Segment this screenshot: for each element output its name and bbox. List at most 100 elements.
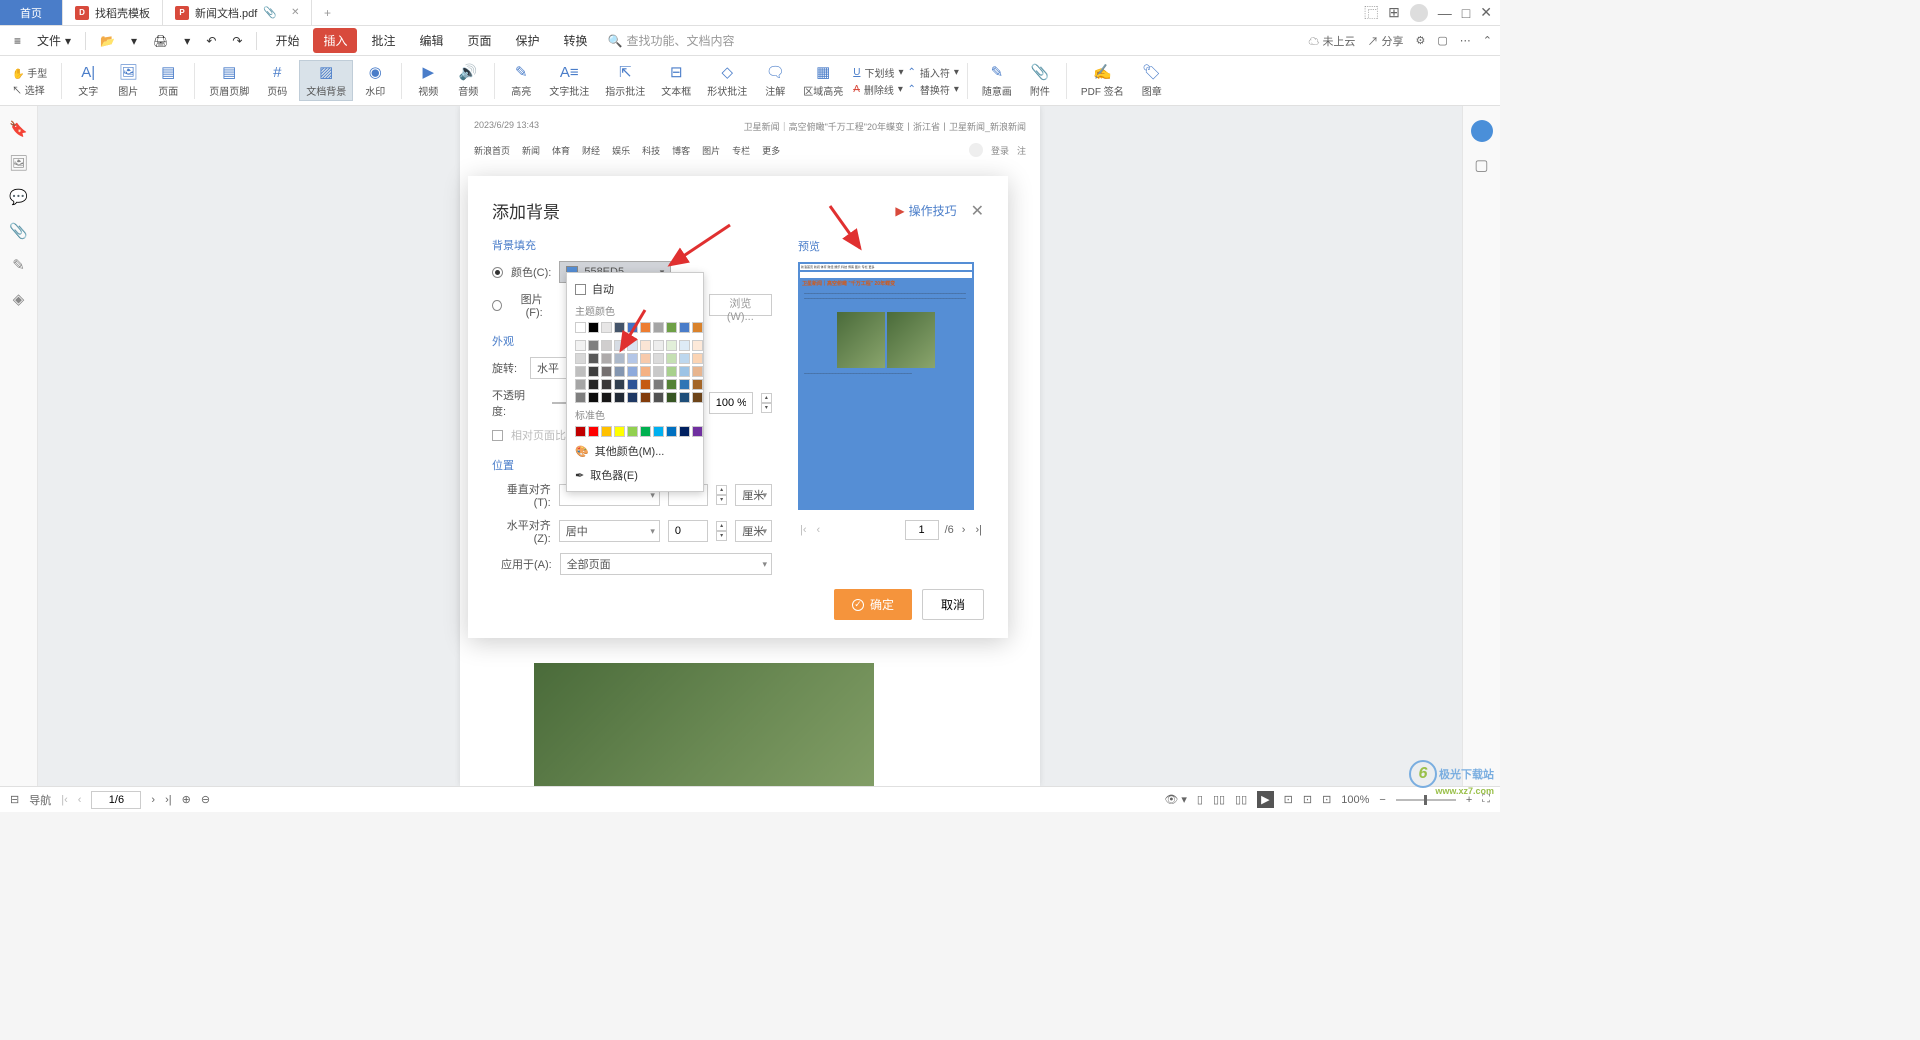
close-icon[interactable]: ✕ [291,7,299,18]
color-cell[interactable] [614,366,625,377]
menu-protect[interactable]: 保护 [506,28,550,53]
color-cell[interactable] [653,426,664,437]
ok-button[interactable]: ✓确定 [834,589,912,620]
view-cont-icon[interactable]: ▯▯ [1213,793,1225,806]
print-icon[interactable]: 🖨 [147,30,174,52]
color-cell[interactable] [627,379,638,390]
color-cell[interactable] [666,322,677,333]
hand-tool[interactable]: ✋ 手型 [12,65,47,80]
view-single-icon[interactable]: ▯ [1197,793,1203,806]
window-icon[interactable]: ▢ [1437,34,1447,47]
collapse-icon[interactable]: ⌃ [1483,34,1492,47]
save-icon[interactable]: ▾ [125,30,143,52]
color-cell[interactable] [679,426,690,437]
relative-checkbox[interactable] [492,430,503,441]
gear-icon[interactable]: ⚙ [1416,34,1426,47]
ribbon-freedraw[interactable]: ✎随意画 [976,61,1018,100]
ribbon-header[interactable]: ▤页眉页脚 [203,61,255,100]
zoom-in-icon[interactable]: ⊕ [182,793,191,806]
color-cell[interactable] [627,353,638,364]
color-cell[interactable] [692,426,703,437]
attachment-icon[interactable]: 📎 [9,222,28,240]
color-cell[interactable] [640,322,651,333]
valign-spinner[interactable]: ▴▾ [716,485,727,505]
first-page-icon[interactable]: |‹ [798,524,809,536]
actual-size-icon[interactable]: ⊡ [1322,793,1331,806]
maximize-icon[interactable]: □ [1462,5,1470,21]
play-icon[interactable]: ▶ [1257,791,1273,808]
color-cell[interactable] [653,353,664,364]
halign-unit[interactable]: 厘米 [735,520,772,542]
color-cell[interactable] [640,366,651,377]
color-cell[interactable] [575,340,586,351]
ribbon-image[interactable]: 🖼图片 [110,61,146,100]
ribbon-attach[interactable]: 📎附件 [1022,61,1058,100]
ribbon-highlight[interactable]: ✎高亮 [503,61,539,100]
color-cell[interactable] [627,426,638,437]
halign-spinner[interactable]: ▴▾ [716,521,727,541]
color-cell[interactable] [575,322,586,333]
color-cell[interactable] [653,379,664,390]
color-cell[interactable] [640,379,651,390]
menu-convert[interactable]: 转换 [554,28,598,53]
color-cell[interactable] [614,340,625,351]
color-cell[interactable] [679,340,690,351]
color-cell[interactable] [575,379,586,390]
insertsym-tool[interactable]: ⌃ 插入符 ▾ [908,65,959,80]
assistant-icon[interactable] [1471,120,1493,142]
file-menu[interactable]: 文件 ▾ [31,28,77,53]
ribbon-text[interactable]: A|文字 [70,61,106,100]
open-icon[interactable]: 📂 [94,30,121,52]
radio-color[interactable] [492,267,503,278]
next-icon[interactable]: › [151,794,155,806]
color-cell[interactable] [614,426,625,437]
layout-icon[interactable]: ⿸ [1364,3,1378,23]
tab-pin-icon[interactable]: 📎 [263,6,277,19]
apply-select[interactable]: 全部页面 [560,553,772,575]
color-cell[interactable] [679,392,690,403]
menu-insert[interactable]: 插入 [313,28,357,53]
bookmark-icon[interactable]: 🔖 [9,120,28,138]
color-cell[interactable] [666,353,677,364]
select-tool[interactable]: ↖ 选择 [12,82,45,97]
undo-icon[interactable]: ↶ [200,30,222,52]
color-cell[interactable] [614,392,625,403]
view-double-icon[interactable]: ▯▯ [1235,793,1247,806]
color-cell[interactable] [640,340,651,351]
valign-unit[interactable]: 厘米 [735,484,772,506]
ribbon-video[interactable]: ▶视频 [410,61,446,100]
color-cell[interactable] [679,379,690,390]
fit-width-icon[interactable]: ⊡ [1284,793,1293,806]
ribbon-note[interactable]: 🗨注解 [757,61,793,100]
panel-icon[interactable]: ▢ [1474,156,1488,174]
more-colors-row[interactable]: 🎨 其他颜色(M)... [571,439,699,463]
color-cell[interactable] [575,392,586,403]
color-cell[interactable] [614,322,625,333]
nav-label[interactable]: 导航 [29,792,51,808]
color-cell[interactable] [588,392,599,403]
ribbon-shapeannot[interactable]: ◇形状批注 [701,61,753,100]
color-cell[interactable] [679,353,690,364]
grid-icon[interactable]: ⊞ [1388,4,1400,21]
page-number-input[interactable] [91,791,141,809]
ribbon-textbox[interactable]: ⊟文本框 [655,61,697,100]
strikeout-tool[interactable]: A 删除线 ▾ [853,82,903,97]
color-cell[interactable] [588,322,599,333]
share-button[interactable]: ↗ 分享 [1367,33,1403,49]
next-page-icon[interactable]: › [960,524,968,536]
color-cell[interactable] [575,366,586,377]
color-cell[interactable] [601,426,612,437]
color-cell[interactable] [588,379,599,390]
prev-icon[interactable]: ‹ [78,794,82,806]
color-cell[interactable] [627,322,638,333]
color-cell[interactable] [575,426,586,437]
last-icon[interactable]: ›| [165,794,172,806]
color-cell[interactable] [588,426,599,437]
prev-page-icon[interactable]: ‹ [815,524,823,536]
ribbon-stamp[interactable]: 🏷图章 [1134,61,1170,100]
search-box[interactable]: 🔍 查找功能、文档内容 [602,32,741,49]
cancel-button[interactable]: 取消 [922,589,984,620]
ribbon-pdfsign[interactable]: ✍PDF 签名 [1075,61,1130,100]
color-cell[interactable] [601,366,612,377]
print-dropdown[interactable]: ▾ [178,30,196,52]
